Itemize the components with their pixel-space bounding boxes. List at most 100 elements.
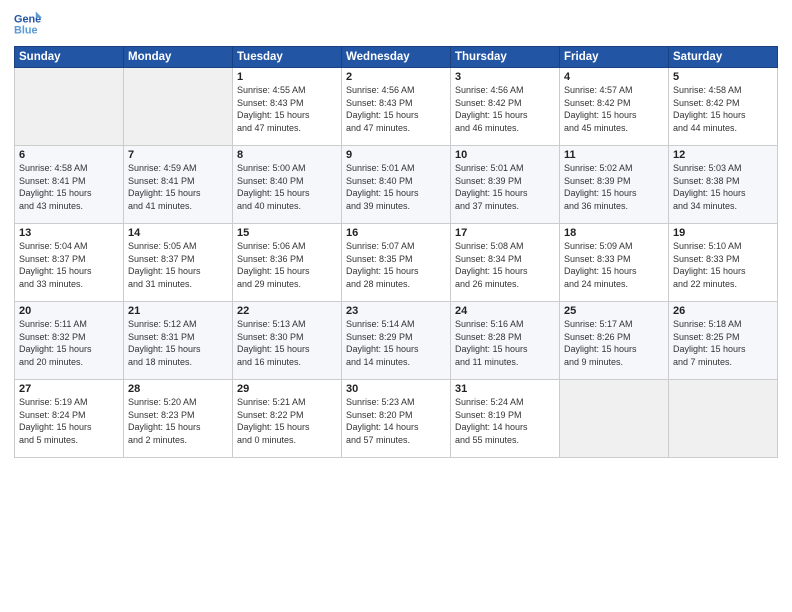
day-info: Sunrise: 5:20 AM Sunset: 8:23 PM Dayligh… [128, 396, 228, 446]
week-row-2: 6Sunrise: 4:58 AM Sunset: 8:41 PM Daylig… [15, 146, 778, 224]
day-cell: 15Sunrise: 5:06 AM Sunset: 8:36 PM Dayli… [233, 224, 342, 302]
day-info: Sunrise: 5:24 AM Sunset: 8:19 PM Dayligh… [455, 396, 555, 446]
col-header-monday: Monday [124, 47, 233, 68]
day-number: 28 [128, 383, 228, 395]
col-header-tuesday: Tuesday [233, 47, 342, 68]
day-info: Sunrise: 5:02 AM Sunset: 8:39 PM Dayligh… [564, 162, 664, 212]
day-cell: 5Sunrise: 4:58 AM Sunset: 8:42 PM Daylig… [669, 68, 778, 146]
day-info: Sunrise: 5:17 AM Sunset: 8:26 PM Dayligh… [564, 318, 664, 368]
day-info: Sunrise: 5:01 AM Sunset: 8:39 PM Dayligh… [455, 162, 555, 212]
day-number: 23 [346, 305, 446, 317]
day-number: 2 [346, 71, 446, 83]
day-cell: 12Sunrise: 5:03 AM Sunset: 8:38 PM Dayli… [669, 146, 778, 224]
day-info: Sunrise: 5:04 AM Sunset: 8:37 PM Dayligh… [19, 240, 119, 290]
col-header-thursday: Thursday [451, 47, 560, 68]
day-info: Sunrise: 4:59 AM Sunset: 8:41 PM Dayligh… [128, 162, 228, 212]
week-row-1: 1Sunrise: 4:55 AM Sunset: 8:43 PM Daylig… [15, 68, 778, 146]
col-header-saturday: Saturday [669, 47, 778, 68]
day-info: Sunrise: 4:56 AM Sunset: 8:43 PM Dayligh… [346, 84, 446, 134]
day-info: Sunrise: 4:58 AM Sunset: 8:42 PM Dayligh… [673, 84, 773, 134]
day-info: Sunrise: 5:11 AM Sunset: 8:32 PM Dayligh… [19, 318, 119, 368]
day-number: 19 [673, 227, 773, 239]
day-number: 6 [19, 149, 119, 161]
day-number: 8 [237, 149, 337, 161]
day-cell: 28Sunrise: 5:20 AM Sunset: 8:23 PM Dayli… [124, 380, 233, 458]
day-cell: 21Sunrise: 5:12 AM Sunset: 8:31 PM Dayli… [124, 302, 233, 380]
day-cell: 1Sunrise: 4:55 AM Sunset: 8:43 PM Daylig… [233, 68, 342, 146]
day-cell: 16Sunrise: 5:07 AM Sunset: 8:35 PM Dayli… [342, 224, 451, 302]
day-number: 18 [564, 227, 664, 239]
day-number: 25 [564, 305, 664, 317]
day-number: 7 [128, 149, 228, 161]
day-cell: 18Sunrise: 5:09 AM Sunset: 8:33 PM Dayli… [560, 224, 669, 302]
day-number: 13 [19, 227, 119, 239]
calendar-table: SundayMondayTuesdayWednesdayThursdayFrid… [14, 46, 778, 458]
day-cell: 8Sunrise: 5:00 AM Sunset: 8:40 PM Daylig… [233, 146, 342, 224]
page-header: General Blue [14, 10, 778, 38]
day-cell: 30Sunrise: 5:23 AM Sunset: 8:20 PM Dayli… [342, 380, 451, 458]
day-info: Sunrise: 5:12 AM Sunset: 8:31 PM Dayligh… [128, 318, 228, 368]
day-cell: 26Sunrise: 5:18 AM Sunset: 8:25 PM Dayli… [669, 302, 778, 380]
day-info: Sunrise: 5:14 AM Sunset: 8:29 PM Dayligh… [346, 318, 446, 368]
day-info: Sunrise: 5:00 AM Sunset: 8:40 PM Dayligh… [237, 162, 337, 212]
day-info: Sunrise: 4:57 AM Sunset: 8:42 PM Dayligh… [564, 84, 664, 134]
day-cell [560, 380, 669, 458]
day-number: 11 [564, 149, 664, 161]
day-info: Sunrise: 5:08 AM Sunset: 8:34 PM Dayligh… [455, 240, 555, 290]
day-number: 9 [346, 149, 446, 161]
day-cell: 6Sunrise: 4:58 AM Sunset: 8:41 PM Daylig… [15, 146, 124, 224]
day-cell: 2Sunrise: 4:56 AM Sunset: 8:43 PM Daylig… [342, 68, 451, 146]
week-row-4: 20Sunrise: 5:11 AM Sunset: 8:32 PM Dayli… [15, 302, 778, 380]
day-info: Sunrise: 5:09 AM Sunset: 8:33 PM Dayligh… [564, 240, 664, 290]
day-info: Sunrise: 5:18 AM Sunset: 8:25 PM Dayligh… [673, 318, 773, 368]
calendar-body: 1Sunrise: 4:55 AM Sunset: 8:43 PM Daylig… [15, 68, 778, 458]
week-row-3: 13Sunrise: 5:04 AM Sunset: 8:37 PM Dayli… [15, 224, 778, 302]
day-number: 12 [673, 149, 773, 161]
day-number: 10 [455, 149, 555, 161]
day-number: 22 [237, 305, 337, 317]
day-info: Sunrise: 5:16 AM Sunset: 8:28 PM Dayligh… [455, 318, 555, 368]
day-cell [669, 380, 778, 458]
day-number: 5 [673, 71, 773, 83]
day-info: Sunrise: 5:07 AM Sunset: 8:35 PM Dayligh… [346, 240, 446, 290]
day-info: Sunrise: 4:58 AM Sunset: 8:41 PM Dayligh… [19, 162, 119, 212]
day-number: 3 [455, 71, 555, 83]
day-cell: 23Sunrise: 5:14 AM Sunset: 8:29 PM Dayli… [342, 302, 451, 380]
day-info: Sunrise: 5:01 AM Sunset: 8:40 PM Dayligh… [346, 162, 446, 212]
day-number: 24 [455, 305, 555, 317]
day-number: 30 [346, 383, 446, 395]
day-info: Sunrise: 5:06 AM Sunset: 8:36 PM Dayligh… [237, 240, 337, 290]
day-info: Sunrise: 5:23 AM Sunset: 8:20 PM Dayligh… [346, 396, 446, 446]
day-cell [15, 68, 124, 146]
day-info: Sunrise: 4:55 AM Sunset: 8:43 PM Dayligh… [237, 84, 337, 134]
day-cell: 10Sunrise: 5:01 AM Sunset: 8:39 PM Dayli… [451, 146, 560, 224]
col-header-friday: Friday [560, 47, 669, 68]
day-cell: 24Sunrise: 5:16 AM Sunset: 8:28 PM Dayli… [451, 302, 560, 380]
day-cell: 31Sunrise: 5:24 AM Sunset: 8:19 PM Dayli… [451, 380, 560, 458]
day-number: 16 [346, 227, 446, 239]
day-cell: 29Sunrise: 5:21 AM Sunset: 8:22 PM Dayli… [233, 380, 342, 458]
day-number: 4 [564, 71, 664, 83]
calendar-header-row: SundayMondayTuesdayWednesdayThursdayFrid… [15, 47, 778, 68]
day-cell: 3Sunrise: 4:56 AM Sunset: 8:42 PM Daylig… [451, 68, 560, 146]
day-cell: 19Sunrise: 5:10 AM Sunset: 8:33 PM Dayli… [669, 224, 778, 302]
logo: General Blue [14, 10, 42, 38]
day-cell: 9Sunrise: 5:01 AM Sunset: 8:40 PM Daylig… [342, 146, 451, 224]
day-info: Sunrise: 5:19 AM Sunset: 8:24 PM Dayligh… [19, 396, 119, 446]
svg-text:Blue: Blue [14, 24, 38, 36]
day-number: 20 [19, 305, 119, 317]
day-number: 14 [128, 227, 228, 239]
day-number: 15 [237, 227, 337, 239]
day-cell [124, 68, 233, 146]
day-number: 17 [455, 227, 555, 239]
day-info: Sunrise: 5:10 AM Sunset: 8:33 PM Dayligh… [673, 240, 773, 290]
day-number: 26 [673, 305, 773, 317]
logo-icon: General Blue [14, 10, 42, 38]
day-cell: 17Sunrise: 5:08 AM Sunset: 8:34 PM Dayli… [451, 224, 560, 302]
day-info: Sunrise: 5:21 AM Sunset: 8:22 PM Dayligh… [237, 396, 337, 446]
day-cell: 14Sunrise: 5:05 AM Sunset: 8:37 PM Dayli… [124, 224, 233, 302]
day-cell: 13Sunrise: 5:04 AM Sunset: 8:37 PM Dayli… [15, 224, 124, 302]
col-header-wednesday: Wednesday [342, 47, 451, 68]
day-number: 21 [128, 305, 228, 317]
day-cell: 11Sunrise: 5:02 AM Sunset: 8:39 PM Dayli… [560, 146, 669, 224]
